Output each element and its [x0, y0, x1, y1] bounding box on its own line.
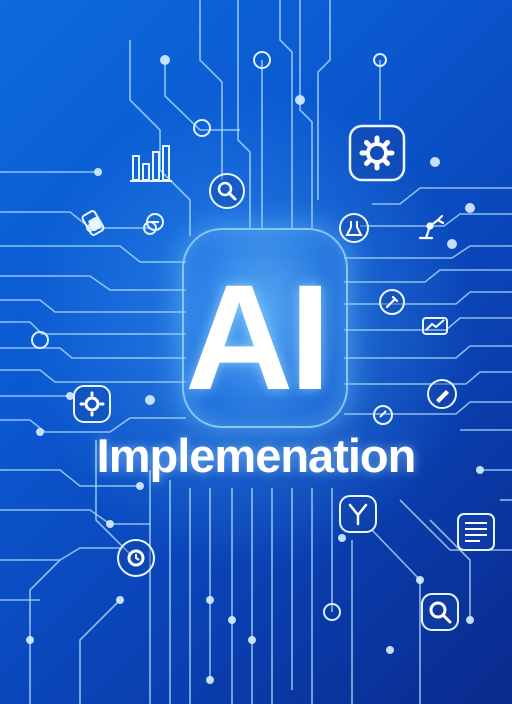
phone-icon	[81, 210, 105, 236]
poster: AI Implemenation	[0, 0, 512, 704]
flask-icon	[339, 213, 369, 243]
tag-icon	[146, 213, 164, 231]
page-subtitle: Implemenation	[96, 429, 417, 482]
gear-icon	[348, 124, 406, 182]
bar-chart-icon	[130, 145, 172, 182]
robot-arm-icon	[418, 214, 445, 240]
magnifier-icon	[209, 173, 245, 209]
document-icon	[457, 513, 495, 551]
magnifier-icon-bottom	[421, 593, 459, 631]
page-title: AI	[185, 253, 331, 421]
funnel-icon	[339, 495, 377, 533]
clock-icon	[117, 539, 155, 577]
